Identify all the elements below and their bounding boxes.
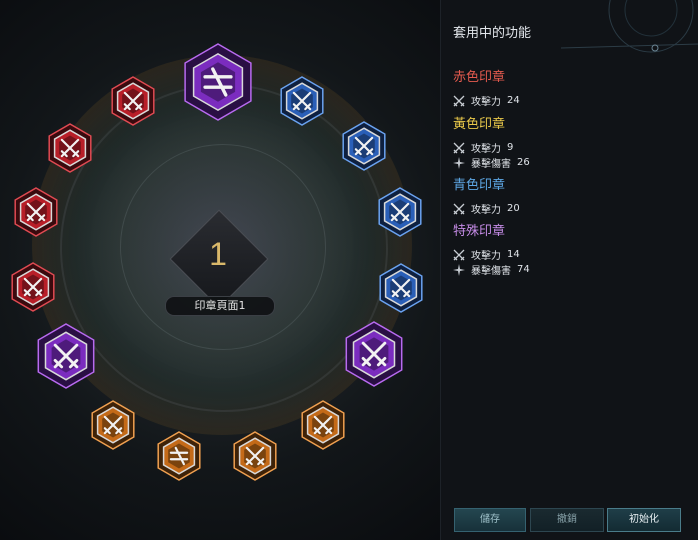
group-blue-seal: 青色印章 攻擊力 20 [453, 174, 520, 216]
group-special-seal: 特殊印章 攻擊力 14 暴擊傷害 74 [453, 220, 530, 277]
stat-label: 暴擊傷害 [471, 159, 511, 170]
seal-slot-orange[interactable] [155, 431, 203, 481]
stat-label: 攻擊力 [471, 144, 501, 155]
stat-row: 攻擊力 20 [453, 201, 520, 216]
seal-slot-red[interactable] [9, 262, 57, 312]
panel-decoration [560, 0, 698, 53]
seal-slot-orange[interactable] [231, 431, 279, 481]
seal-slot-orange[interactable] [89, 400, 137, 450]
stat-value: 26 [517, 157, 530, 168]
group-title: 赤色印章 [453, 70, 506, 85]
active-effects-panel: 套用中的功能 赤色印章 攻擊力 24 黃色印章 攻擊力 9 暴擊傷害 26 青色… [440, 0, 698, 540]
cancel-button[interactable]: 撤銷 [530, 508, 604, 532]
seal-slot-blue[interactable] [278, 76, 326, 126]
stat-row: 攻擊力 24 [453, 93, 520, 108]
stat-row: 暴擊傷害 26 [453, 155, 530, 170]
seal-slot-red[interactable] [109, 76, 157, 126]
seal-slot-red[interactable] [46, 123, 94, 173]
seal-slot-blue[interactable] [376, 187, 424, 237]
stat-label: 攻擊力 [471, 205, 501, 216]
crit-star-icon [453, 263, 465, 276]
crit-star-icon [453, 156, 465, 169]
group-yellow-seal: 黃色印章 攻擊力 9 暴擊傷害 26 [453, 113, 530, 170]
crossed-swords-icon [453, 249, 465, 260]
seal-slot-orange[interactable] [299, 400, 347, 450]
stat-value: 14 [507, 249, 520, 260]
group-red-seal: 赤色印章 攻擊力 24 [453, 66, 520, 108]
seal-slot-red[interactable] [12, 187, 60, 237]
panel-title: 套用中的功能 [453, 26, 532, 41]
reset-button[interactable]: 初始化 [607, 508, 681, 532]
stat-row: 攻擊力 14 [453, 247, 530, 262]
seal-slot-blue[interactable] [340, 121, 388, 171]
stat-row: 暴擊傷害 74 [453, 262, 530, 277]
group-title: 黃色印章 [453, 117, 506, 132]
stat-value: 20 [507, 203, 520, 214]
save-button[interactable]: 儲存 [454, 508, 526, 532]
stat-label: 攻擊力 [471, 251, 501, 262]
seal-slot-blue[interactable] [377, 263, 425, 313]
group-title: 特殊印章 [453, 224, 506, 239]
stat-label: 攻擊力 [471, 97, 501, 108]
seal-slot-purple[interactable] [34, 323, 98, 389]
page-number: 1 [209, 236, 227, 272]
crossed-swords-icon [453, 203, 465, 214]
group-title: 青色印章 [453, 178, 506, 193]
stat-row: 攻擊力 9 [453, 140, 530, 155]
seal-stage: 1 印章頁面1 [0, 0, 440, 540]
seal-slot-purple[interactable] [180, 43, 256, 121]
crossed-swords-icon [453, 142, 465, 153]
seal-slot-purple[interactable] [342, 321, 406, 387]
page-label[interactable]: 印章頁面1 [165, 296, 275, 316]
crossed-swords-icon [453, 95, 465, 106]
stat-label: 暴擊傷害 [471, 266, 511, 277]
stat-value: 24 [507, 95, 520, 106]
stat-value: 9 [507, 142, 514, 153]
stat-value: 74 [517, 264, 530, 275]
